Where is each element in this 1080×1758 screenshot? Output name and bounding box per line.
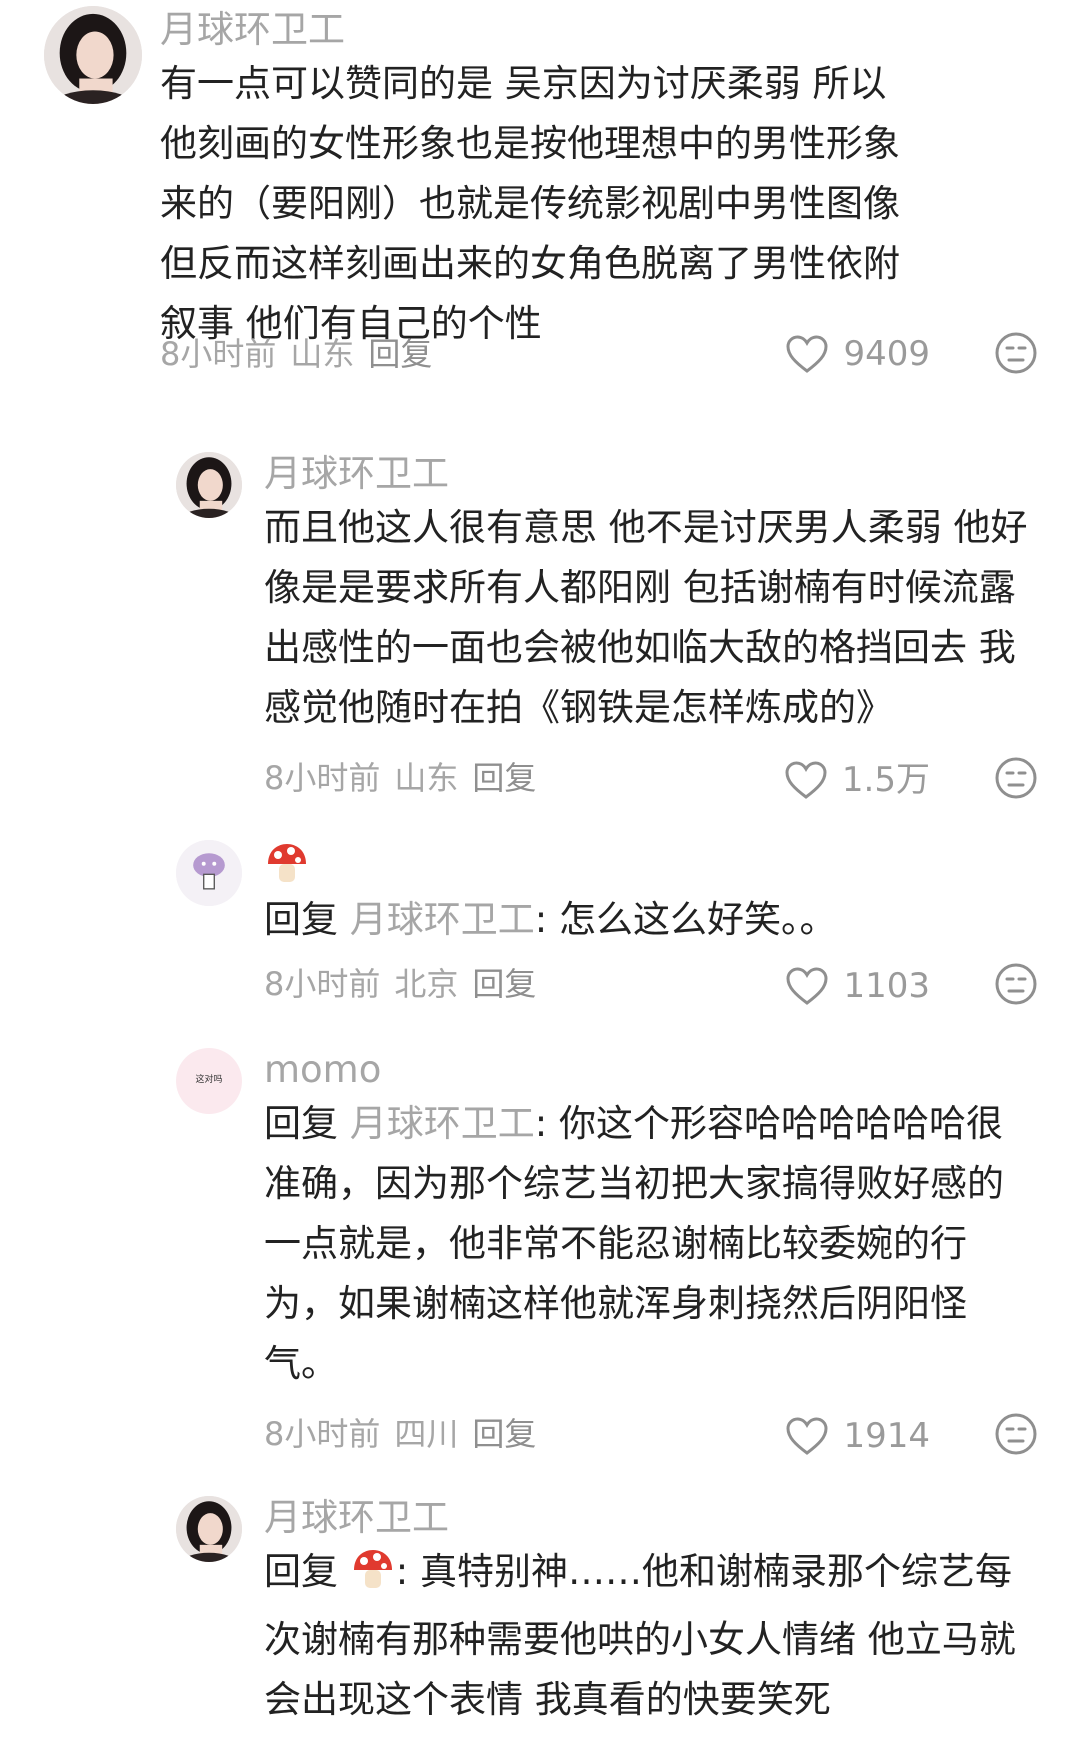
meh-face-icon: [995, 332, 1037, 374]
reply-prefix: 回复: [264, 1550, 338, 1593]
like-button[interactable]: 1.5万: [784, 760, 930, 800]
meh-face-icon: [995, 963, 1037, 1005]
comment-location: 四川: [394, 1415, 459, 1453]
like-count: 1914: [843, 1416, 930, 1456]
comment-list: 月球环卫工 有一点可以赞同的是 吴京因为讨厌柔弱 所以他刻画的女性形象也是按他理…: [0, 0, 1080, 1758]
username[interactable]: momo: [264, 1048, 381, 1092]
like-count: 1.5万: [841, 760, 930, 800]
avatar[interactable]: [176, 840, 242, 906]
username[interactable]: 月球环卫工: [264, 452, 449, 496]
dislike-button[interactable]: [994, 1412, 1038, 1456]
avatar[interactable]: [176, 452, 242, 518]
comment-time: 8小时前: [264, 965, 381, 1003]
reply-body: : 怎么这么好笑。。: [534, 898, 837, 941]
reply-prefix: 回复: [264, 1102, 338, 1145]
heart-icon: [786, 1417, 828, 1455]
comment-time: 8小时前: [264, 759, 381, 797]
comment-location: 山东: [290, 335, 355, 373]
meh-face-icon: [995, 757, 1037, 799]
comment-text: 回复 月球环卫工: 怎么这么好笑。。: [264, 890, 1044, 950]
comment-text: 回复 月球环卫工: 你这个形容哈哈哈哈哈哈很准确，因为那个综艺当初把大家搞得败好…: [264, 1094, 1024, 1394]
avatar[interactable]: [176, 1496, 242, 1562]
heart-icon: [786, 967, 828, 1005]
meh-face-icon: [995, 1413, 1037, 1455]
avatar[interactable]: [44, 6, 142, 104]
avatar-text: 这对吗: [195, 1075, 223, 1085]
dislike-button[interactable]: [994, 756, 1038, 800]
comment-meta: 8小时前 山东 回复: [160, 334, 446, 374]
username[interactable]: 月球环卫工: [264, 1496, 449, 1540]
dislike-button[interactable]: [994, 962, 1038, 1006]
heart-icon: [786, 335, 828, 373]
username-emoji[interactable]: [264, 840, 310, 896]
comment-meta: 8小时前 四川 回复: [264, 1414, 550, 1454]
comment-meta: 8小时前 北京 回复: [264, 964, 550, 1004]
mention-username[interactable]: 月球环卫工: [350, 898, 535, 941]
comment-location: 北京: [394, 965, 459, 1003]
comment-time: 8小时前: [264, 1415, 381, 1453]
comment-text: 有一点可以赞同的是 吴京因为讨厌柔弱 所以他刻画的女性形象也是按他理想中的男性形…: [160, 62, 900, 345]
comment-meta: 8小时前 山东 回复: [264, 758, 550, 798]
reply-button[interactable]: 回复: [368, 335, 432, 373]
reply-button[interactable]: 回复: [472, 1415, 536, 1453]
comment-text: 而且他这人很有意思 他不是讨厌男人柔弱 他好像是是要求所有人都阳刚 包括谢楠有时…: [264, 506, 1028, 729]
like-count: 1103: [843, 966, 930, 1006]
like-button[interactable]: 1914: [785, 1416, 930, 1456]
like-count: 9409: [843, 334, 930, 374]
like-button[interactable]: 1103: [785, 966, 930, 1006]
comment-location: 山东: [394, 759, 459, 797]
mention-username[interactable]: 月球环卫工: [350, 1102, 535, 1145]
like-button[interactable]: 9409: [785, 334, 930, 374]
comment-time: 8小时前: [160, 335, 277, 373]
reply-button[interactable]: 回复: [472, 965, 536, 1003]
heart-icon: [785, 761, 827, 799]
mushroom-emoji-icon: [264, 840, 310, 896]
reply-button[interactable]: 回复: [472, 759, 536, 797]
mushroom-emoji-icon[interactable]: [350, 1546, 396, 1610]
comment-text: 回复 : 真特别神……他和谢楠录那个综艺每次谢楠有那种需要他哄的小女人情绪 他立…: [264, 1542, 1024, 1730]
avatar[interactable]: 这对吗: [176, 1048, 242, 1114]
dislike-button[interactable]: [994, 331, 1038, 375]
username[interactable]: 月球环卫工: [160, 8, 345, 52]
reply-prefix: 回复: [264, 898, 338, 941]
